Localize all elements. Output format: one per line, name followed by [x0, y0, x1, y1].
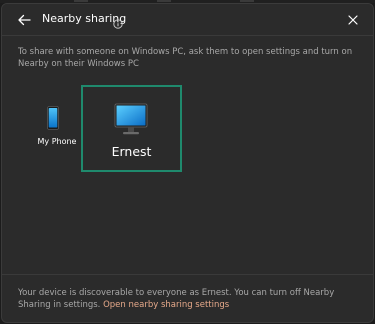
- nearby-sharing-dialog: Nearby sharing To share with someone on …: [1, 3, 374, 323]
- phone-icon: [47, 106, 59, 130]
- open-settings-link[interactable]: Open nearby sharing settings: [103, 300, 229, 310]
- device-ernest[interactable]: Ernest: [81, 85, 182, 172]
- monitor-icon: [114, 103, 148, 137]
- header-divider: [2, 35, 373, 36]
- instruction-text: To share with someone on Windows PC, ask…: [18, 47, 353, 69]
- dialog-header: Nearby sharing: [2, 4, 373, 36]
- footer-divider: [2, 274, 373, 275]
- discoverability-text: Your device is discoverable to everyone …: [18, 287, 363, 311]
- info-icon[interactable]: [113, 14, 123, 29]
- device-label: My Phone: [37, 137, 77, 146]
- device-label: Ernest: [111, 144, 152, 159]
- device-my-phone[interactable]: My Phone: [32, 104, 82, 154]
- arrow-left-icon[interactable]: [14, 10, 34, 30]
- close-icon[interactable]: [343, 10, 363, 30]
